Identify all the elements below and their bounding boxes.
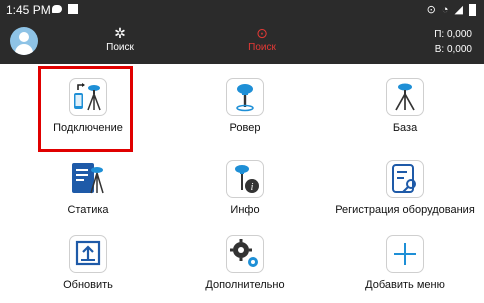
battery-icon [469,3,476,16]
menu-static-label: Статика [67,204,109,216]
target-icon: ⊙ [256,25,268,41]
position-status-label: Поиск [248,42,276,53]
status-bar: 1:45 PM ⊙ ◔ ◢ [0,0,484,20]
menu-register[interactable]: Регистрация оборудования [330,160,480,216]
menu-base[interactable]: База [330,78,480,134]
position-status[interactable]: ⊙ Поиск [232,24,292,53]
location-icon: ⊙ [426,4,436,16]
search-button[interactable]: ✲ Поиск [90,24,150,53]
menu-more[interactable]: Дополнительно [170,235,320,291]
chat-notification-icon [52,5,62,13]
menu-register-label: Регистрация оборудования [335,204,475,216]
satellite-icon: ✲ [114,25,126,41]
gears-icon [226,235,264,273]
coord-v: В: 0,000 [434,44,472,55]
menu-base-label: База [392,122,418,134]
base-tripod-icon [386,78,424,116]
static-survey-icon [69,160,107,198]
coord-p: П: 0,000 [434,29,472,40]
app-notification-icon [68,4,78,14]
coordinates-readout: П: 0,000 В: 0,000 [434,27,472,57]
plus-icon [386,235,424,273]
menu-info[interactable]: i Инфо [170,160,320,216]
menu-rover-label: Ровер [229,122,261,134]
app-toolbar: ✲ Поиск ⊙ Поиск П: 0,000 В: 0,000 [0,20,484,64]
svg-text:i: i [251,182,254,193]
search-label: Поиск [106,42,134,53]
update-icon [69,235,107,273]
menu-update[interactable]: Обновить [13,235,163,291]
rover-icon [226,78,264,116]
menu-rover[interactable]: Ровер [170,78,320,134]
signal-icon: ◢ [454,4,463,16]
status-time: 1:45 PM [6,3,51,17]
menu-add[interactable]: Добавить меню [330,235,480,291]
registration-icon [386,160,424,198]
avatar[interactable] [10,27,38,55]
menu-more-label: Дополнительно [205,279,285,291]
menu-info-label: Инфо [230,204,260,216]
wifi-icon: ◔ [441,3,449,16]
menu-add-label: Добавить меню [365,279,445,291]
info-icon: i [226,160,264,198]
menu-static[interactable]: Статика [13,160,163,216]
selection-highlight [38,66,133,152]
menu-update-label: Обновить [63,279,113,291]
